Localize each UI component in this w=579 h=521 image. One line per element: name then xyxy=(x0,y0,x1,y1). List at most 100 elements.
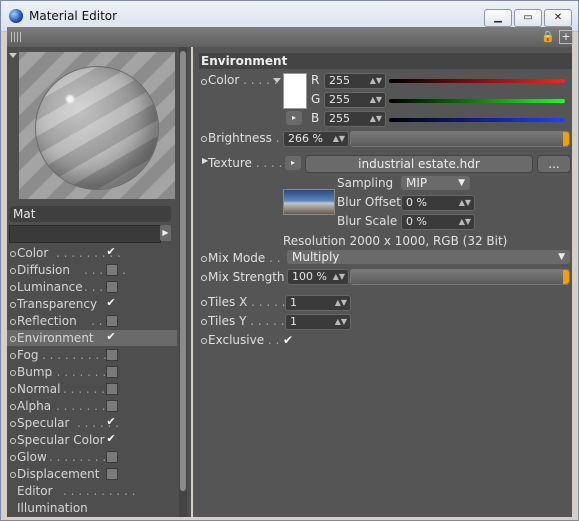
stepper-icon[interactable]: ▲▼ xyxy=(335,315,347,329)
color-anim-dot[interactable] xyxy=(201,79,207,85)
channel-checkbox[interactable]: ✔ xyxy=(106,297,116,308)
channel-dot-icon xyxy=(10,370,16,376)
channel-checkbox[interactable] xyxy=(106,264,118,276)
stepper-icon[interactable]: ▲▼ xyxy=(370,93,382,107)
stepper-icon[interactable]: ▲▼ xyxy=(370,112,382,126)
preview-sphere xyxy=(35,66,159,190)
g-slider[interactable] xyxy=(389,99,565,103)
chevron-down-icon[interactable]: ▼ xyxy=(458,176,465,190)
mix-mode-anim-dot[interactable] xyxy=(201,256,207,262)
color-expand-button[interactable]: ▸ xyxy=(286,111,302,125)
channel-checkbox[interactable] xyxy=(106,400,118,412)
channel-item[interactable]: Luminance. . . . . xyxy=(7,279,177,295)
stepper-icon[interactable]: ▲▼ xyxy=(370,74,382,88)
material-name-field[interactable]: Mat xyxy=(9,206,171,222)
channel-checkbox[interactable]: ✔ xyxy=(106,331,116,342)
channel-properties: Environment Color . . . . . ▸ R 255 ▲▼ G … xyxy=(193,47,572,517)
channel-checkbox[interactable] xyxy=(106,281,118,293)
g-input[interactable]: 255 ▲▼ xyxy=(324,92,386,108)
b-input[interactable]: 255 ▲▼ xyxy=(324,111,386,127)
brightness-input[interactable]: 266 % ▲▼ xyxy=(283,131,349,147)
mix-strength-slider[interactable] xyxy=(350,269,570,285)
exclusive-anim-dot[interactable] xyxy=(201,338,207,344)
channel-item[interactable]: Fog. . . . . . . . . . xyxy=(7,347,177,363)
material-preview[interactable] xyxy=(19,52,175,199)
slider-fill xyxy=(351,270,569,284)
channel-dot-icon xyxy=(10,421,16,427)
grip-icon[interactable] xyxy=(11,32,21,42)
channel-item[interactable]: Editor . . . . . . . . . . xyxy=(7,483,177,499)
new-panel-icon[interactable]: + xyxy=(559,30,573,44)
sampling-dropdown[interactable]: MIP ▼ xyxy=(401,176,470,190)
r-input[interactable]: 255 ▲▼ xyxy=(324,73,386,89)
mix-strength-anim-dot[interactable] xyxy=(201,275,207,281)
tiles-y-anim-dot[interactable] xyxy=(201,319,207,325)
brightness-anim-dot[interactable] xyxy=(201,136,207,142)
maximize-button[interactable]: ▭ xyxy=(514,9,542,27)
minimize-button[interactable]: ▁ xyxy=(484,9,512,27)
channel-checkbox[interactable] xyxy=(106,366,118,378)
channel-item[interactable]: Color. . . . . . . . . ✔ xyxy=(7,245,177,261)
stepper-icon[interactable]: ▲▼ xyxy=(335,296,347,310)
tiles-y-label: Tiles Y . . . . . xyxy=(208,314,285,328)
channel-checkbox[interactable] xyxy=(106,315,118,327)
stepper-icon[interactable]: ▲▼ xyxy=(459,215,471,229)
channel-checkbox[interactable]: ✔ xyxy=(106,433,116,444)
brightness-slider[interactable] xyxy=(350,131,570,147)
channel-label: Diffusion xyxy=(17,263,70,277)
tiles-x-input[interactable]: 1 ▲▼ xyxy=(285,295,351,311)
channel-item[interactable]: Glow. . . . . . . . . xyxy=(7,449,177,465)
channel-checkbox[interactable] xyxy=(106,468,118,480)
channel-item[interactable]: Bump. . . . . . . . xyxy=(7,364,177,380)
channel-checkbox[interactable] xyxy=(106,451,118,463)
lock-icon[interactable]: 🔒 xyxy=(541,30,555,43)
blur-offset-input[interactable]: 0 % ▲▼ xyxy=(401,195,475,211)
channel-checkbox[interactable] xyxy=(106,383,118,395)
exclusive-checkbox[interactable]: ✔ xyxy=(283,333,293,347)
channel-item[interactable]: Reflection. . . . xyxy=(7,313,177,329)
channel-item[interactable]: Illumination xyxy=(7,500,177,516)
channel-leader-dots: . . . . . . . . xyxy=(49,365,107,379)
tiles-x-anim-dot[interactable] xyxy=(201,300,207,306)
channel-item[interactable]: Displacement xyxy=(7,466,177,482)
channel-item[interactable]: Environment ✔ xyxy=(7,330,177,346)
channel-dot-icon xyxy=(10,302,16,308)
texture-menu-button[interactable]: ▸ xyxy=(285,156,301,170)
channel-dot-icon xyxy=(10,404,16,410)
channel-item[interactable]: Transparency ✔ xyxy=(7,296,177,312)
material-selector[interactable] xyxy=(9,225,161,243)
color-swatch[interactable] xyxy=(283,73,307,109)
mix-mode-dropdown[interactable]: Multiply ▼ xyxy=(287,250,570,264)
channel-item[interactable]: Specular. . . . . . ✔ xyxy=(7,415,177,431)
channel-item[interactable]: Normal. . . . . . . xyxy=(7,381,177,397)
color-menu-icon[interactable] xyxy=(273,78,281,83)
preview-menu-icon[interactable] xyxy=(9,53,17,58)
channel-dot-icon xyxy=(10,472,16,478)
channel-checkbox[interactable]: ✔ xyxy=(106,246,116,257)
stepper-icon[interactable]: ▲▼ xyxy=(333,132,345,146)
blur-scale-input[interactable]: 0 % ▲▼ xyxy=(401,214,475,230)
blur-offset-label: Blur Offset xyxy=(337,195,401,209)
close-button[interactable]: ✕ xyxy=(544,9,572,27)
channel-checkbox[interactable]: ✔ xyxy=(106,416,116,427)
channel-item[interactable]: Specular Color ✔ xyxy=(7,432,177,448)
stepper-icon[interactable]: ▲▼ xyxy=(459,196,471,210)
texture-file-button[interactable]: industrial estate.hdr xyxy=(305,155,533,173)
material-selector-arrow-icon[interactable]: ▶ xyxy=(160,225,171,241)
channel-item[interactable]: Alpha . . . . . . . . xyxy=(7,398,177,414)
channel-leader-dots: . . . . . . . . . . xyxy=(42,348,115,362)
scrollbar-thumb[interactable] xyxy=(180,51,186,491)
sidebar-scrollbar[interactable] xyxy=(179,47,187,517)
texture-thumbnail[interactable] xyxy=(283,189,335,215)
texture-browse-button[interactable]: ... xyxy=(537,155,571,173)
channel-checkbox[interactable] xyxy=(106,349,118,361)
mix-strength-input[interactable]: 100 % ▲▼ xyxy=(287,269,349,285)
texture-resolution: Resolution 2000 x 1000, RGB (32 Bit) xyxy=(283,234,508,248)
channel-item[interactable]: Diffusion . . . . . . xyxy=(7,262,177,278)
stepper-icon[interactable]: ▲▼ xyxy=(333,270,345,284)
b-slider[interactable] xyxy=(389,118,565,122)
tiles-y-input[interactable]: 1 ▲▼ xyxy=(285,314,351,330)
chevron-down-icon[interactable]: ▼ xyxy=(558,250,565,264)
channel-dot-icon xyxy=(10,319,16,325)
r-slider[interactable] xyxy=(389,79,565,83)
